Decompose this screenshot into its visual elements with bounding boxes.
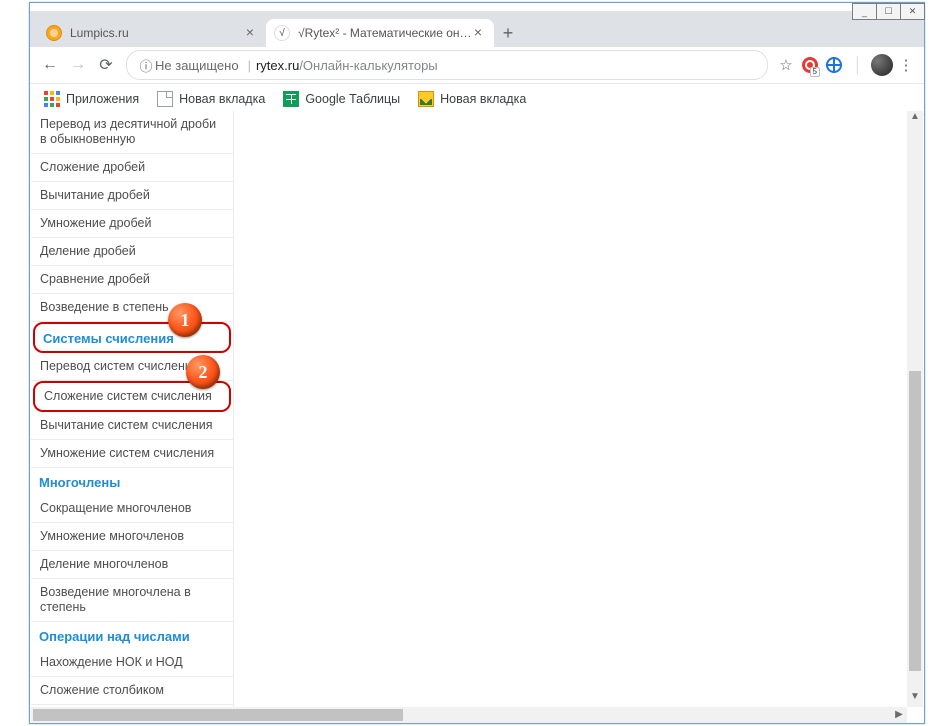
window-titlebar: _ ☐ ✕	[30, 3, 924, 11]
tab-lumpics[interactable]: Lumpics.ru ×	[38, 19, 266, 47]
bookmark-newtab-1[interactable]: Новая вкладка	[157, 91, 265, 107]
sidebar-item[interactable]: Нахождение НОК и НОД	[31, 649, 233, 677]
sidebar-item[interactable]: Деление дробей	[31, 238, 233, 266]
window-close-button[interactable]: ✕	[900, 3, 925, 20]
scroll-right-arrow-icon[interactable]: ▶	[891, 707, 907, 723]
sidebar-heading-numbers[interactable]: Операции над числами	[31, 622, 233, 649]
scrollbar-thumb[interactable]	[33, 709, 403, 721]
bookmark-label: Новая вкладка	[440, 92, 526, 106]
scroll-up-arrow-icon[interactable]: ▲	[907, 111, 923, 127]
sidebar-item[interactable]: Перевод из десятичной дроби в обыкновенн…	[31, 111, 233, 154]
category-sidebar: Перевод из десятичной дроби в обыкновенн…	[31, 111, 234, 707]
apps-grid-icon	[44, 91, 60, 107]
tab-strip: Lumpics.ru × √ √Rytex² - Математические …	[30, 11, 924, 47]
picture-icon	[418, 91, 434, 107]
browser-window: _ ☐ ✕ Lumpics.ru × √ √Rytex² - Математич…	[29, 2, 925, 724]
bookmark-star-button[interactable]: ☆	[774, 51, 798, 79]
sidebar-item[interactable]: Возведение многочлена в степень	[31, 579, 233, 622]
extension-globe-icon[interactable]	[822, 51, 846, 79]
url-host: rytex.ru	[256, 58, 299, 73]
scrollbar-thumb[interactable]	[909, 371, 921, 671]
back-button[interactable]: ←	[36, 51, 64, 79]
window-maximize-button[interactable]: ☐	[876, 3, 901, 20]
sidebar-item[interactable]: Вычитание систем счисления	[31, 412, 233, 440]
separator: │	[846, 51, 870, 79]
bookmark-label: Приложения	[66, 92, 139, 106]
vertical-scrollbar[interactable]: ▲ ▼	[907, 111, 923, 707]
toolbar: ← → ⟳ ⓘ Не защищено | rytex.ru/Онлайн-ка…	[30, 47, 924, 84]
page-content: Перевод из десятичной дроби в обыкновенн…	[31, 111, 923, 707]
tab-close-icon[interactable]: ×	[472, 27, 484, 39]
tab-title: √Rytex² - Математические онла	[298, 26, 472, 40]
extension-badge: 5	[810, 67, 820, 77]
bookmark-label: Google Таблицы	[305, 92, 400, 106]
sidebar-item[interactable]: Умножение дробей	[31, 210, 233, 238]
sidebar-item[interactable]: Вычитание дробей	[31, 182, 233, 210]
sidebar-item[interactable]: Сложение столбиком	[31, 677, 233, 705]
sidebar-item[interactable]: Возведение в степень	[31, 294, 233, 322]
bookmark-apps[interactable]: Приложения	[44, 91, 139, 107]
browser-menu-button[interactable]: ⋮	[894, 51, 918, 79]
bookmark-google-sheets[interactable]: Google Таблицы	[283, 91, 400, 107]
new-tab-button[interactable]: +	[494, 19, 522, 47]
site-info-icon[interactable]: ⓘ	[137, 56, 155, 75]
scroll-down-arrow-icon[interactable]: ▼	[907, 691, 923, 707]
url-path: /Онлайн-калькуляторы	[299, 58, 437, 73]
profile-avatar[interactable]	[870, 51, 894, 79]
tab-close-icon[interactable]: ×	[244, 27, 256, 39]
sidebar-item[interactable]: Деление многочленов	[31, 551, 233, 579]
tab-rytex[interactable]: √ √Rytex² - Математические онла ×	[266, 19, 494, 47]
sidebar-item[interactable]: Умножение систем счисления	[31, 440, 233, 468]
extension-opera-icon[interactable]: 5	[798, 51, 822, 79]
security-warning: Не защищено	[155, 58, 239, 73]
sidebar-heading-systems[interactable]: Системы счисления	[33, 322, 231, 353]
tab-title: Lumpics.ru	[70, 26, 244, 40]
annotation-bubble-1: 1	[168, 303, 202, 337]
rytex-favicon: √	[274, 25, 290, 41]
bookmark-newtab-2[interactable]: Новая вкладка	[418, 91, 526, 107]
reload-button[interactable]: ⟳	[92, 51, 120, 79]
sidebar-item[interactable]: Сложение дробей	[31, 154, 233, 182]
sheets-icon	[283, 91, 299, 107]
annotation-bubble-2: 2	[186, 355, 220, 389]
sidebar-item[interactable]: Сравнение дробей	[31, 266, 233, 294]
document-icon	[157, 91, 173, 107]
forward-button[interactable]: →	[64, 51, 92, 79]
bookmark-label: Новая вкладка	[179, 92, 265, 106]
orange-slice-icon	[46, 25, 62, 41]
window-minimize-button[interactable]: _	[852, 3, 877, 20]
sidebar-item[interactable]: Умножение многочленов	[31, 523, 233, 551]
sidebar-heading-polynomials[interactable]: Многочлены	[31, 468, 233, 495]
horizontal-scrollbar[interactable]: ◀ ▶	[31, 707, 907, 723]
address-bar[interactable]: ⓘ Не защищено | rytex.ru/Онлайн-калькуля…	[126, 50, 768, 80]
sidebar-item[interactable]: Сокращение многочленов	[31, 495, 233, 523]
